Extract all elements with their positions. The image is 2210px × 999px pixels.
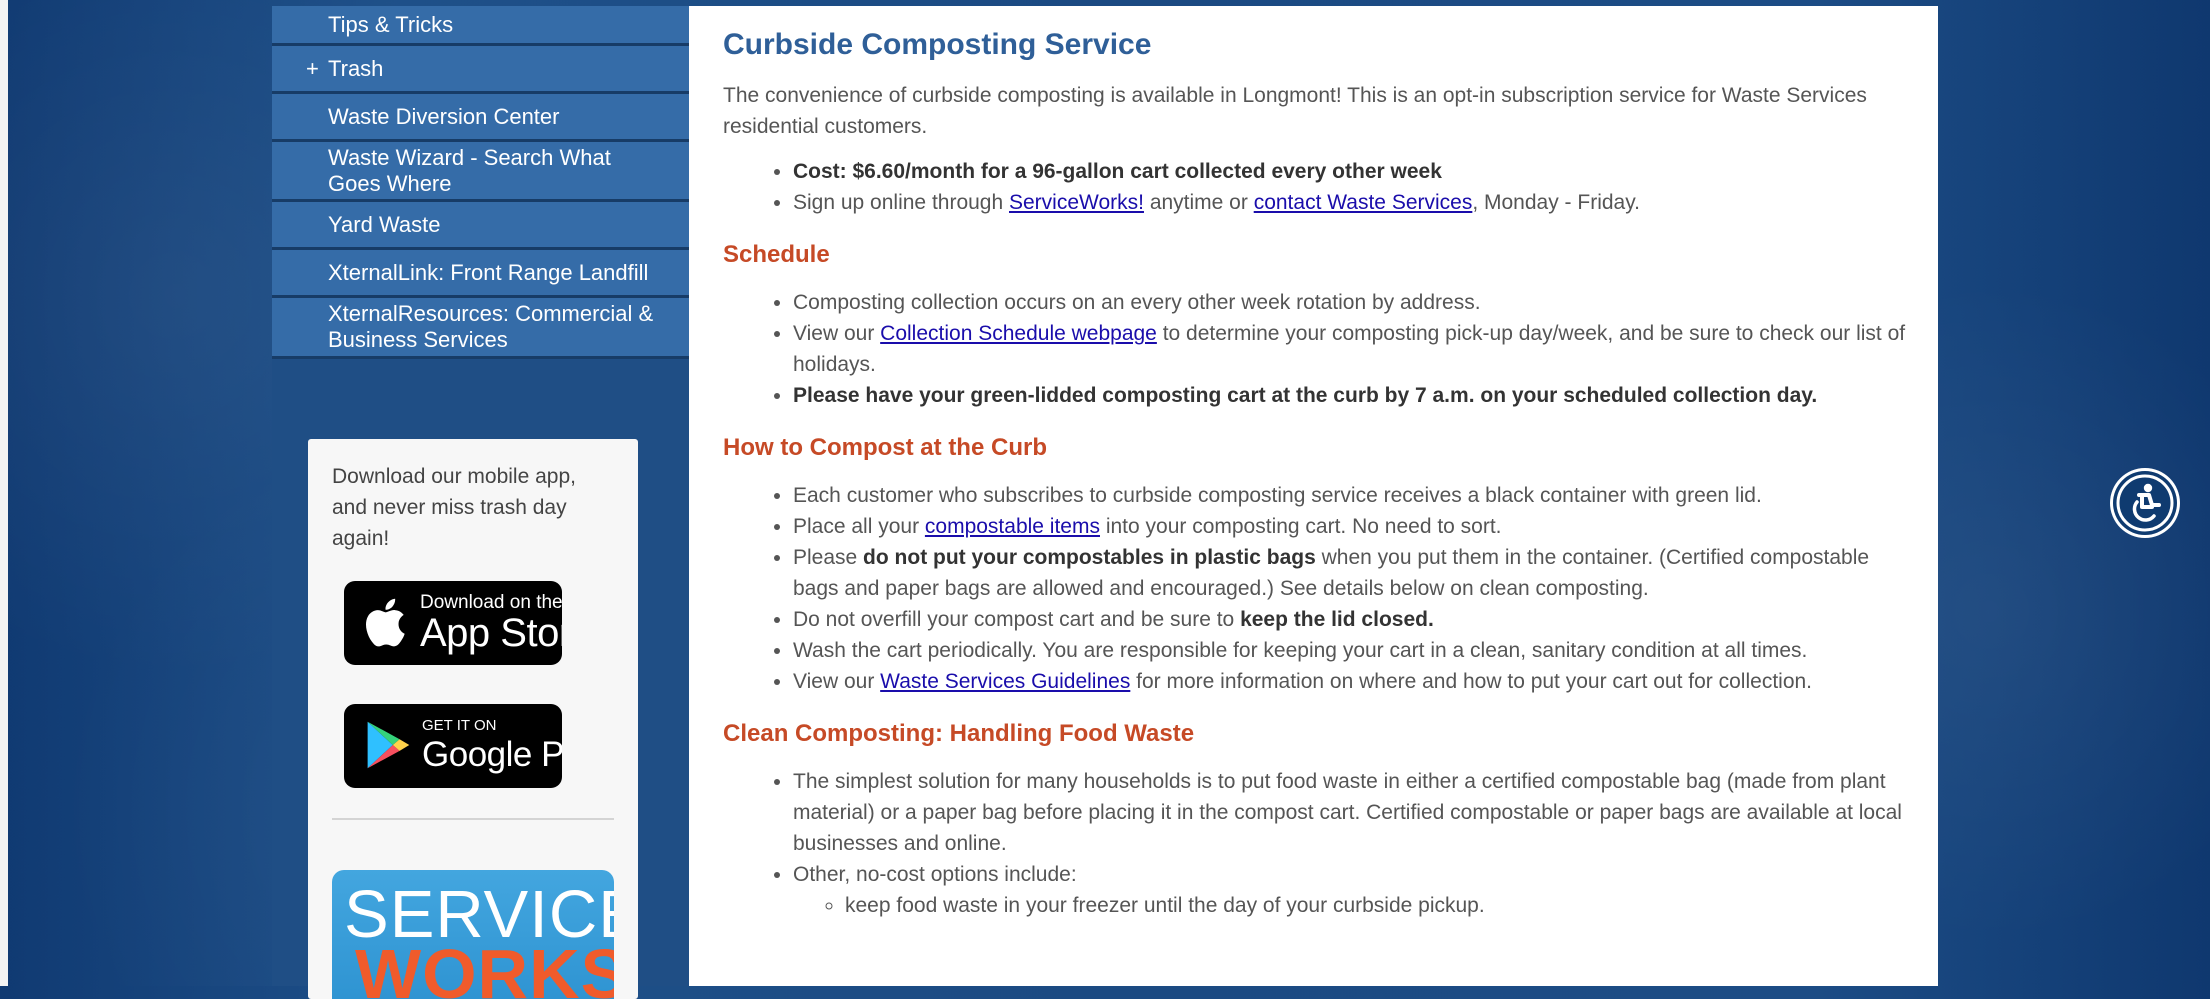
waste-services-guidelines-link[interactable]: Waste Services Guidelines (880, 670, 1130, 693)
sidebar-item-yard-waste[interactable]: Yard Waste (272, 202, 689, 250)
cost-text: Cost: $6.60/month for a 96-gallon cart c… (793, 160, 1442, 183)
list-item: Wash the cart periodically. You are resp… (793, 635, 1913, 666)
accessibility-button[interactable] (2110, 468, 2180, 538)
how-to-compost-heading: How to Compost at the Curb (723, 434, 1047, 461)
how-item-prefix: Do not overfill your compost cart and be… (793, 608, 1241, 631)
list-item: View our Collection Schedule webpage to … (793, 318, 1913, 380)
list-item: Place all your compostable items into yo… (793, 511, 1913, 542)
mobile-app-promo-text: Download our mobile app, and never miss … (332, 465, 576, 550)
schedule-list: Composting collection occurs on an every… (723, 287, 1913, 411)
list-item: Each customer who subscribes to curbside… (793, 480, 1913, 511)
keep-lid-closed-text: keep the lid closed. (1240, 608, 1434, 631)
how-item-prefix: Please (793, 546, 864, 569)
sidebar-item-label: XternalLink: Front Range Landfill (328, 259, 649, 285)
promo-divider (332, 818, 614, 820)
sidebar-item-label: Waste Diversion Center (328, 103, 560, 129)
no-cost-options-list: keep food waste in your freezer until th… (793, 890, 1913, 921)
serviceworks-logo[interactable]: SERVICE WORKS! (332, 870, 614, 999)
sidebar-item-commercial-business-services[interactable]: XternalResources: Commercial & Business … (272, 298, 689, 359)
apple-logo-icon (365, 598, 405, 647)
app-store-badge[interactable]: Download on the App Store (344, 581, 562, 665)
sidebar-item-tips-tricks[interactable]: Tips & Tricks (272, 6, 689, 46)
sidebar-item-label: Trash (328, 55, 384, 81)
google-play-badge-small-text: GET IT ON (422, 717, 497, 734)
how-item-prefix: Place all your (793, 515, 925, 538)
list-item: View our Waste Services Guidelines for m… (793, 666, 1913, 697)
collection-schedule-link[interactable]: Collection Schedule webpage (880, 322, 1157, 345)
how-to-compost-list: Each customer who subscribes to curbside… (723, 480, 1913, 697)
main-content: Curbside Composting Service The convenie… (689, 6, 1938, 986)
sidebar-item-trash[interactable]: + Trash (272, 46, 689, 94)
accessibility-icon (2116, 474, 2174, 532)
how-item-suffix: for more information on where and how to… (1130, 670, 1813, 693)
sidebar-item-label: Waste Wizard - Search What Goes Where (328, 144, 611, 196)
list-item: Cost: $6.60/month for a 96-gallon cart c… (793, 156, 1913, 187)
schedule-bold-text: Please have your green-lidded composting… (793, 384, 1818, 407)
sidebar-item-label: Yard Waste (328, 211, 441, 237)
clean-composting-heading: Clean Composting: Handling Food Waste (723, 720, 1195, 747)
sidebar: Tips & Tricks + Trash Waste Diversion Ce… (272, 6, 689, 999)
google-play-badge[interactable]: GET IT ON Google Play (344, 704, 562, 788)
compostable-items-link[interactable]: compostable items (925, 515, 1100, 538)
page-title: Curbside Composting Service (723, 28, 1152, 61)
signup-text-suffix: , Monday - Friday. (1472, 191, 1641, 214)
list-item: Do not overfill your compost cart and be… (793, 604, 1913, 635)
service-summary-list: Cost: $6.60/month for a 96-gallon cart c… (723, 156, 1913, 218)
sidebar-item-label: Tips & Tricks (328, 11, 454, 37)
list-item: Other, no-cost options include: keep foo… (793, 859, 1913, 921)
list-item: Composting collection occurs on an every… (793, 287, 1913, 318)
sidebar-nav: Tips & Tricks + Trash Waste Diversion Ce… (272, 6, 689, 359)
how-item-suffix: into your composting cart. No need to so… (1099, 515, 1502, 538)
google-play-badge-large-text: Google Play (422, 735, 562, 774)
sidebar-item-waste-diversion-center[interactable]: Waste Diversion Center (272, 94, 689, 142)
list-item: keep food waste in your freezer until th… (845, 890, 1913, 921)
other-options-text: Other, no-cost options include: (793, 863, 1077, 886)
left-window-edge (0, 0, 8, 986)
list-item: Please do not put your compostables in p… (793, 542, 1913, 604)
schedule-heading: Schedule (723, 241, 830, 268)
expand-plus-icon[interactable]: + (306, 57, 319, 80)
list-item: The simplest solution for many household… (793, 766, 1913, 859)
mobile-app-promo-card: Download our mobile app, and never miss … (308, 439, 638, 999)
app-store-badge-large-text: App Store (420, 611, 562, 655)
serviceworks-logo-works-text: WORKS! (355, 935, 614, 999)
sidebar-item-label: XternalResources: Commercial & Business … (328, 301, 654, 352)
clean-composting-list: The simplest solution for many household… (723, 766, 1913, 921)
intro-paragraph: The convenience of curbside composting i… (723, 84, 1867, 138)
google-play-icon (367, 721, 410, 769)
sidebar-item-front-range-landfill[interactable]: XternalLink: Front Range Landfill (272, 250, 689, 298)
schedule-item-prefix: View our (793, 322, 881, 345)
how-item-prefix: View our (793, 670, 881, 693)
serviceworks-link[interactable]: ServiceWorks! (1009, 191, 1144, 214)
signup-text-prefix: Sign up online through (793, 191, 1009, 214)
plastic-bags-warning: do not put your compostables in plastic … (863, 546, 1316, 569)
sidebar-item-waste-wizard[interactable]: Waste Wizard - Search What Goes Where (272, 142, 689, 202)
article-body: Curbside Composting Service The convenie… (723, 26, 1913, 943)
signup-text-middle: anytime or (1143, 191, 1254, 214)
list-item: Sign up online through ServiceWorks! any… (793, 187, 1913, 218)
contact-waste-services-link[interactable]: contact Waste Services (1254, 191, 1473, 214)
list-item: Please have your green-lidded composting… (793, 380, 1913, 411)
